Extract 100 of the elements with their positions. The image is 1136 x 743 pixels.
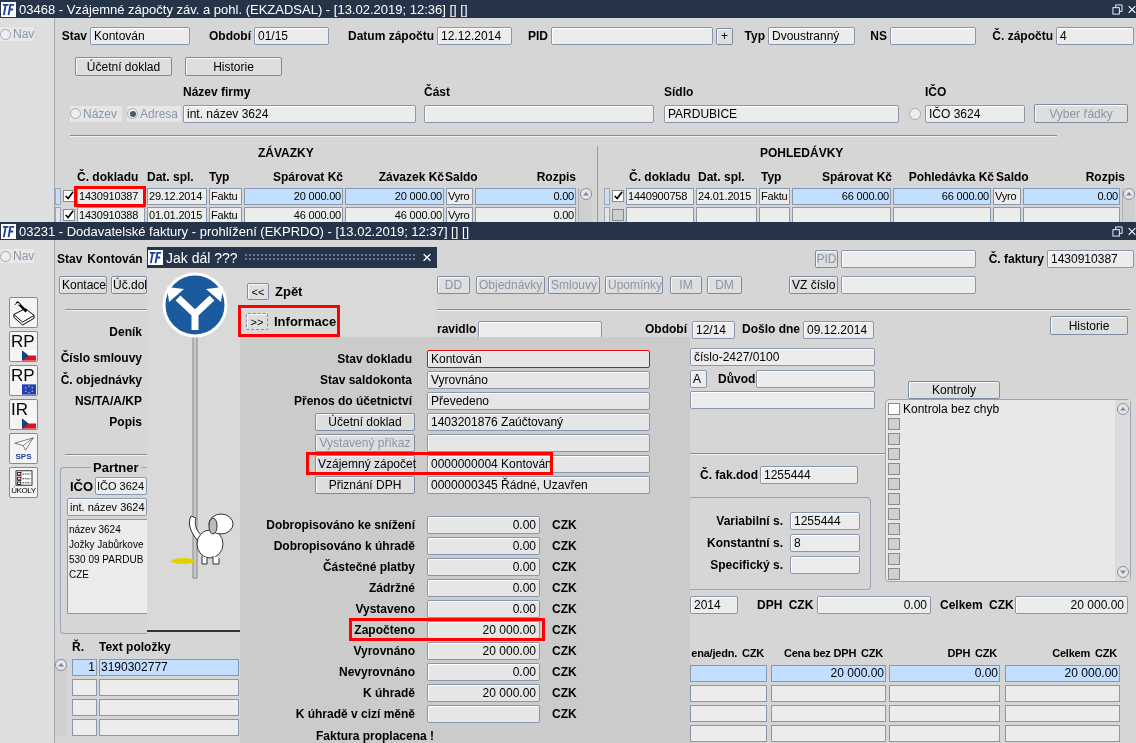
- close-icon[interactable]: [1128, 225, 1136, 237]
- toolbar-button[interactable]: RP: [9, 365, 38, 396]
- input-field[interactable]: 20 000.00: [1015, 596, 1128, 614]
- input-field[interactable]: 0.00: [427, 515, 540, 534]
- action-button[interactable]: Účetní doklad: [75, 57, 172, 76]
- input-field[interactable]: 0.00: [817, 596, 931, 614]
- input-field[interactable]: 4: [1056, 27, 1134, 45]
- field-label: NS: [869, 29, 888, 43]
- scrollbar[interactable]: [55, 659, 67, 736]
- toolbar-button[interactable]: ÚKOLY: [9, 467, 38, 498]
- checkbox[interactable]: [63, 209, 75, 221]
- action-button[interactable]: VZ číslo: [789, 276, 838, 294]
- checkbox[interactable]: [612, 209, 624, 221]
- scroll-up-icon[interactable]: [1123, 188, 1135, 200]
- table-cell: 1: [72, 659, 97, 676]
- input-field[interactable]: IČO 3624: [95, 477, 147, 495]
- next-button[interactable]: >>: [246, 313, 268, 330]
- table-cell: 20 000.00: [244, 188, 343, 205]
- field-label: Zádržné: [368, 580, 416, 595]
- currency-label: CZK: [552, 685, 577, 700]
- field-label: Datum zápočtu: [347, 29, 435, 43]
- field-label: Období: [644, 321, 688, 337]
- action-button[interactable]: Kontace: [59, 276, 107, 294]
- column-header: Spárovat Kč: [271, 170, 343, 184]
- action-button[interactable]: Účetní doklad: [315, 413, 415, 431]
- table-cell: Vyro: [446, 188, 473, 205]
- window-title: 03468 - Vzájemné zápočty záv. a pohl. (EKZADSAL) - [13.02.2019; 12:36] [] []: [19, 1, 469, 17]
- action-button[interactable]: Přiznání DPH: [315, 475, 415, 494]
- restore-icon[interactable]: [1112, 225, 1123, 237]
- input-field[interactable]: 0.00: [427, 557, 540, 576]
- input-field[interactable]: 1430910387: [1047, 250, 1134, 268]
- column-header: Dat. spl.: [147, 170, 195, 184]
- toolbar-button[interactable]: SPS: [9, 433, 38, 464]
- add-button[interactable]: +: [716, 27, 733, 45]
- scroll-up-icon[interactable]: [55, 659, 67, 671]
- input-field[interactable]: int. název 3624: [67, 498, 147, 516]
- input-field[interactable]: číslo-2427/0100: [690, 348, 875, 366]
- input-field[interactable]: 01/15: [254, 27, 329, 45]
- checkbox[interactable]: [63, 190, 75, 202]
- input-field[interactable]: [756, 370, 875, 388]
- input-field[interactable]: [427, 704, 540, 723]
- toolbar-button[interactable]: IR: [9, 399, 38, 430]
- input-field[interactable]: [790, 556, 860, 574]
- scroll-up-icon[interactable]: [579, 188, 592, 200]
- input-field[interactable]: 09.12.2014: [803, 321, 874, 339]
- input-field[interactable]: 0.00: [427, 662, 540, 681]
- input-field[interactable]: [841, 250, 976, 268]
- input-field[interactable]: [690, 391, 875, 409]
- checks-button[interactable]: Kontroly: [908, 381, 1000, 399]
- checkbox[interactable]: [888, 402, 900, 415]
- toolbar-button[interactable]: [9, 297, 38, 328]
- flag-icon: [22, 417, 36, 429]
- input-field[interactable]: 0000000345 Řádné, Uzavřen: [427, 475, 650, 494]
- restore-icon[interactable]: [1112, 3, 1123, 15]
- input-field[interactable]: 0.00: [427, 599, 540, 618]
- back-button[interactable]: <<: [247, 283, 269, 300]
- input-field[interactable]: 20 000.00: [427, 683, 540, 702]
- scroll-up-icon[interactable]: [1116, 403, 1129, 415]
- input-field[interactable]: 2014: [690, 596, 738, 614]
- check-label: Kontrola bez chyb: [903, 401, 1000, 416]
- input-field[interactable]: 0000000004 Kontován: [427, 454, 650, 473]
- close-button[interactable]: ×: [422, 248, 432, 267]
- address-field[interactable]: název 3624 Jožky Jabůrkove 530 09 PARDUB CZE: [67, 519, 147, 614]
- input-field[interactable]: Dvoustranný: [768, 27, 855, 45]
- input-field[interactable]: Převedeno: [427, 392, 650, 411]
- history-button[interactable]: Historie: [1050, 316, 1128, 335]
- input-field[interactable]: 1403201876 Zaúčtovaný: [427, 413, 650, 431]
- scrollbar[interactable]: [1115, 400, 1130, 581]
- scrollbar[interactable]: [1122, 188, 1135, 222]
- input-field[interactable]: PARDUBICE: [664, 104, 899, 123]
- input-field[interactable]: 8: [790, 534, 860, 552]
- input-field[interactable]: IČO 3624: [925, 104, 1025, 123]
- input-field[interactable]: 0.00: [427, 536, 540, 555]
- table-cell: 46 000.00: [345, 207, 444, 222]
- input-field[interactable]: A: [690, 370, 707, 388]
- input-field[interactable]: 20 000.00: [427, 641, 540, 660]
- input-field[interactable]: [551, 27, 713, 45]
- radio-button[interactable]: [909, 107, 921, 120]
- input-field[interactable]: int. název 3624: [183, 104, 416, 123]
- action-button[interactable]: Úč.dol: [111, 276, 147, 294]
- row-selector[interactable]: [604, 207, 610, 222]
- action-button[interactable]: Historie: [185, 57, 282, 76]
- input-field[interactable]: 12.12.2014: [437, 27, 512, 45]
- input-field[interactable]: Vyrovnáno: [427, 371, 650, 390]
- input-field[interactable]: 12/14: [692, 321, 735, 339]
- input-field[interactable]: [841, 276, 976, 294]
- checkbox[interactable]: [612, 190, 624, 202]
- input-field[interactable]: Kontován: [90, 27, 190, 45]
- input-field[interactable]: [890, 27, 976, 45]
- input-field[interactable]: [424, 104, 654, 123]
- table-cell: Vyro: [993, 188, 1021, 205]
- field-label: Č. zápočtu: [991, 29, 1054, 43]
- input-field[interactable]: 1255444: [760, 466, 858, 484]
- toolbar-button[interactable]: RP: [9, 331, 38, 362]
- scroll-down-icon[interactable]: [1116, 566, 1129, 578]
- input-field[interactable]: 1255444: [790, 512, 860, 530]
- input-field[interactable]: Kontován: [427, 350, 650, 369]
- scrollbar[interactable]: [578, 188, 592, 222]
- input-field[interactable]: 0.00: [427, 578, 540, 597]
- close-icon[interactable]: [1128, 3, 1136, 15]
